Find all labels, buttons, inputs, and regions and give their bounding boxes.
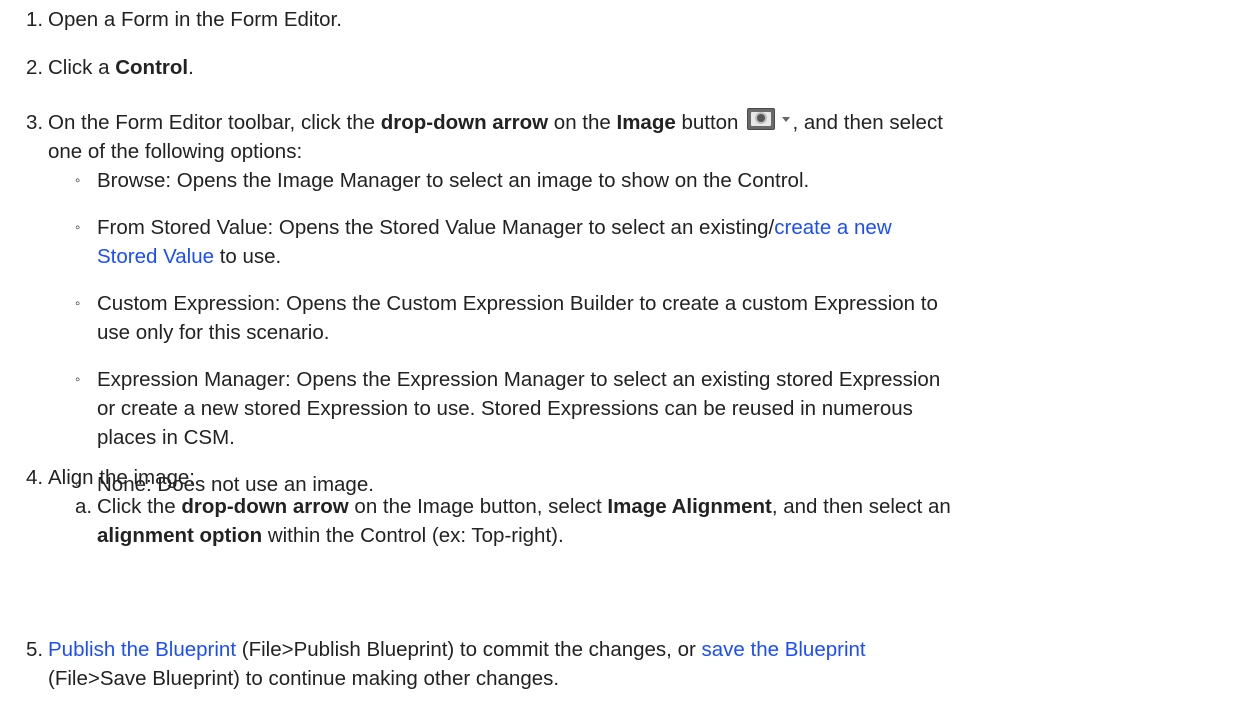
option-manager-line-1: Expression Manager: Opens the Expression… xyxy=(97,368,941,391)
step-5-line-2: (File>Save Blueprint) to continue making… xyxy=(48,664,1218,693)
step-number: 1. xyxy=(26,8,44,31)
step-4a-text-4: within the Control (ex: Top-right). xyxy=(262,524,564,547)
publish-blueprint-link[interactable]: Publish the Blueprint xyxy=(48,638,236,661)
step-4-text: Align the image: xyxy=(48,466,196,489)
chevron-down-icon xyxy=(782,117,791,122)
option-manager-line-3: places in CSM. xyxy=(97,426,235,449)
step-number: 5. xyxy=(26,638,44,661)
option-stored-line-1: From Stored Value: Opens the Stored Valu… xyxy=(97,213,1200,242)
step-number: 3. xyxy=(26,111,44,134)
bullet-icon: ◦ xyxy=(75,219,81,236)
step-5-text-1: (File>Publish Blueprint) to commit the c… xyxy=(236,638,702,661)
step-3-text-1: On the Form Editor toolbar, click the xyxy=(48,111,381,134)
step-3-text-5: one of the following options: xyxy=(48,140,303,163)
image-term: Image xyxy=(616,111,676,134)
camera-icon xyxy=(747,108,776,130)
option-stored-text: From Stored Value: Opens the Stored Valu… xyxy=(97,216,775,239)
dropdown-arrow-term: drop-down arrow xyxy=(380,111,549,134)
step-3-text-3: button xyxy=(675,111,739,134)
step-2-text-after: . xyxy=(188,56,194,79)
option-stored-line-2: Stored Value to use. xyxy=(97,242,1200,271)
step-4a-line-2: alignment option within the Control (ex:… xyxy=(97,521,1200,550)
step-letter: a. xyxy=(75,495,93,518)
step-number: 4. xyxy=(26,466,44,489)
option-custom-line-2: use only for this scenario. xyxy=(97,321,330,344)
step-4a-line-1: Click the drop-down arrow on the Image b… xyxy=(97,492,1200,521)
image-alignment-term: Image Alignment xyxy=(607,495,772,518)
image-button xyxy=(744,108,791,132)
bullet-icon: ◦ xyxy=(75,371,81,388)
save-blueprint-link[interactable]: save the Blueprint xyxy=(702,638,866,661)
create-stored-value-link[interactable]: create a new xyxy=(774,216,891,239)
step-4a-text-3: , and then select an xyxy=(771,495,951,518)
step-5-line-1: Publish the Blueprint (File>Publish Blue… xyxy=(48,635,1218,664)
step-2-text-before: Click a xyxy=(48,56,116,79)
bullet-icon: ◦ xyxy=(75,172,81,189)
step-1-text: Open a Form in the Form Editor. xyxy=(48,8,342,31)
step-text: Align the image: xyxy=(48,463,1218,492)
step-3-text-2: on the xyxy=(548,111,617,134)
step-4a-text-2: on the Image button, select xyxy=(348,495,608,518)
create-stored-value-link-cont[interactable]: Stored Value xyxy=(97,245,214,268)
step-3-text-4: , and then select xyxy=(792,111,943,134)
step-4a-text-1: Click the xyxy=(97,495,182,518)
dropdown-arrow-term: drop-down arrow xyxy=(181,495,349,518)
instructions-page: 1. Open a Form in the Form Editor. 2. Cl… xyxy=(0,0,1240,706)
option-custom-line-1: Custom Expression: Opens the Custom Expr… xyxy=(97,292,938,315)
option-stored-text-after: to use. xyxy=(214,245,282,268)
step-3-line-1: On the Form Editor toolbar, click the dr… xyxy=(48,108,1218,137)
step-text: Open a Form in the Form Editor. xyxy=(48,5,1218,34)
step-5-text-2: (File>Save Blueprint) to continue making… xyxy=(48,667,560,690)
option-browse-text: Browse: Opens the Image Manager to selec… xyxy=(97,169,810,192)
step-text: Click a Control. xyxy=(48,53,1218,82)
step-text: On the Form Editor toolbar, click the dr… xyxy=(48,108,1218,166)
alignment-option-term: alignment option xyxy=(97,524,263,547)
bullet-icon: ◦ xyxy=(75,295,81,312)
step-number: 2. xyxy=(26,56,44,79)
option-manager-line-2: or create a new stored Expression to use… xyxy=(97,397,913,420)
step-text: Publish the Blueprint (File>Publish Blue… xyxy=(48,635,1218,693)
control-term: Control xyxy=(115,56,189,79)
step-3-line-2: one of the following options: xyxy=(48,137,1218,166)
